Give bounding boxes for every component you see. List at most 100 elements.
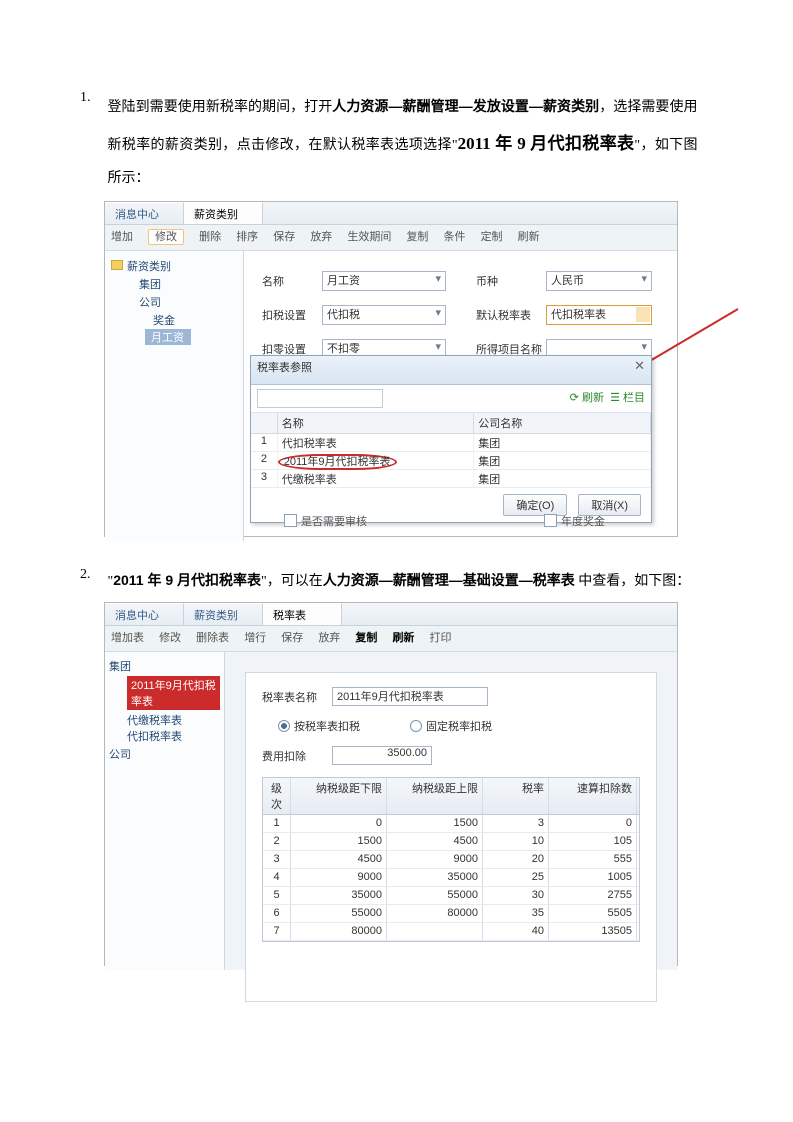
close-icon[interactable]: ✕ bbox=[634, 358, 645, 374]
tab-salary-type[interactable]: 薪资类别 bbox=[184, 603, 263, 625]
lbl-default-tax-table: 默认税率表 bbox=[476, 307, 546, 323]
tree-root[interactable]: 集团 bbox=[109, 658, 220, 674]
popup-columns[interactable]: ☰ 栏目 bbox=[610, 392, 645, 404]
list-item-2: 2. "2011 年 9 月代扣税率表"，可以在人力资源—薪酬管理—基础设置—税… bbox=[80, 567, 713, 966]
tab-message-center[interactable]: 消息中心 bbox=[105, 202, 184, 224]
tb-custom[interactable]: 定制 bbox=[481, 231, 503, 243]
tb-print[interactable]: 打印 bbox=[430, 632, 452, 644]
cell: 555 bbox=[549, 851, 637, 868]
popup-row[interactable]: 1 代扣税率表 集团 bbox=[251, 434, 651, 452]
tb-refresh[interactable]: 刷新 bbox=[392, 632, 414, 644]
radio-fixed-rate[interactable]: 固定税率扣税 bbox=[410, 718, 492, 734]
main-panel: 税率表名称 2011年9月代扣税率表 按税率表扣税 固定税率扣税 费用扣除 35… bbox=[225, 652, 677, 970]
tree-company[interactable]: 公司 bbox=[109, 746, 220, 762]
cell: 代扣税率表 bbox=[278, 434, 474, 451]
cell: 55000 bbox=[291, 905, 387, 922]
lbl-deduction: 费用扣除 bbox=[262, 748, 332, 764]
chk-need-audit[interactable]: 是否需要审核 bbox=[284, 513, 367, 529]
tree-selected[interactable]: 月工资 bbox=[145, 329, 191, 345]
list-item-1: 1. 登陆到需要使用新税率的期间，打开人力资源—薪酬管理—发放设置—薪资类别，选… bbox=[80, 90, 713, 537]
tree-group[interactable]: 集团 bbox=[109, 275, 239, 293]
tb-copy[interactable]: 复制 bbox=[406, 231, 428, 243]
popup-row-highlight[interactable]: 2 2011年9月代扣税率表 集团 bbox=[251, 452, 651, 470]
tb-cancel[interactable]: 放弃 bbox=[310, 231, 332, 243]
tb-sort[interactable]: 排序 bbox=[236, 231, 258, 243]
item-number: 1. bbox=[80, 90, 104, 106]
cell: 集团 bbox=[474, 470, 651, 487]
cell: 6 bbox=[263, 905, 291, 922]
tree-bonus[interactable]: 奖金 bbox=[109, 311, 239, 329]
chk-annual-bonus[interactable]: 年度奖金 bbox=[544, 513, 605, 529]
tree-selected[interactable]: 2011年9月代扣税率表 bbox=[127, 676, 220, 710]
tb-copy[interactable]: 复制 bbox=[355, 632, 377, 644]
popup-row[interactable]: 3 代缴税率表 集团 bbox=[251, 470, 651, 488]
grid-row[interactable]: 4900035000251005 bbox=[263, 869, 639, 887]
grid-row[interactable]: 53500055000302755 bbox=[263, 887, 639, 905]
select-default-tax-table[interactable]: 代扣税率表 bbox=[546, 305, 652, 325]
form-panel: 名称 月工资 币种 人民币 扣税设置 代扣税 默认税率表 代扣税率表 扣零设置 … bbox=[244, 251, 677, 541]
tree-company[interactable]: 公司 bbox=[109, 293, 239, 311]
tab-strip: 消息中心 薪资类别 税率表 bbox=[105, 603, 677, 626]
tb-period[interactable]: 生效期间 bbox=[347, 231, 391, 243]
input-name[interactable]: 月工资 bbox=[322, 271, 446, 291]
cell bbox=[387, 923, 483, 940]
cell: 4 bbox=[263, 869, 291, 886]
tb-save[interactable]: 保存 bbox=[273, 231, 295, 243]
cell: 代缴税率表 bbox=[278, 470, 474, 487]
grid-row[interactable]: 10150030 bbox=[263, 815, 639, 833]
grid-row[interactable]: 7800004013505 bbox=[263, 923, 639, 941]
grid-header: 级次 纳税级距下限 纳税级距上限 税率 速算扣除数 bbox=[263, 778, 639, 815]
grid-row[interactable]: 34500900020555 bbox=[263, 851, 639, 869]
tb-edit[interactable]: 修改 bbox=[159, 632, 181, 644]
t: 中查看，如下图： bbox=[575, 574, 691, 589]
grid-row[interactable]: 65500080000355505 bbox=[263, 905, 639, 923]
cell: 55000 bbox=[387, 887, 483, 904]
tb-add-table[interactable]: 增加表 bbox=[111, 632, 144, 644]
tree-root[interactable]: 薪资类别 bbox=[109, 257, 239, 275]
cell: 2011年9月代扣税率表 bbox=[278, 452, 474, 469]
tab-tax-table[interactable]: 税率表 bbox=[263, 603, 342, 625]
tree-node[interactable]: 代缴税率表 bbox=[109, 712, 220, 728]
cell: 1005 bbox=[549, 869, 637, 886]
cell: 3 bbox=[483, 815, 549, 832]
tb-save[interactable]: 保存 bbox=[281, 632, 303, 644]
screenshot-2: 消息中心 薪资类别 税率表 增加表 修改 删除表 增行 保存 放弃 复制 刷新 … bbox=[104, 602, 678, 966]
tb-delete[interactable]: 删除 bbox=[199, 231, 221, 243]
tb-refresh[interactable]: 刷新 bbox=[518, 231, 540, 243]
input-currency[interactable]: 人民币 bbox=[546, 271, 652, 291]
cell: 1 bbox=[263, 815, 291, 832]
lbl-name: 名称 bbox=[262, 273, 322, 289]
tree-node[interactable]: 代扣税率表 bbox=[109, 728, 220, 744]
cell: 35000 bbox=[387, 869, 483, 886]
item-number: 2. bbox=[80, 567, 104, 583]
th-idx bbox=[251, 413, 278, 433]
tax-table-popup: 税率表参照 ✕ ⟳ 刷新 ☰ 栏目 名称 公司名称 bbox=[250, 355, 652, 523]
tree-panel: 集团 2011年9月代扣税率表 代缴税率表 代扣税率表 公司 bbox=[105, 652, 225, 970]
cell: 25 bbox=[483, 869, 549, 886]
grid-row[interactable]: 21500450010105 bbox=[263, 833, 639, 851]
cell: 9000 bbox=[291, 869, 387, 886]
cell: 35 bbox=[483, 905, 549, 922]
tab-message-center[interactable]: 消息中心 bbox=[105, 603, 184, 625]
popup-refresh[interactable]: ⟳ 刷新 bbox=[570, 392, 604, 404]
tb-add[interactable]: 增加 bbox=[111, 231, 133, 243]
tab-salary-type[interactable]: 薪资类别 bbox=[184, 202, 263, 224]
bold-path: 人力资源—薪酬管理—发放设置—薪资类别 bbox=[332, 98, 599, 114]
cell: 1500 bbox=[291, 833, 387, 850]
tb-cancel[interactable]: 放弃 bbox=[318, 632, 340, 644]
tb-add-row[interactable]: 增行 bbox=[244, 632, 266, 644]
input-table-name[interactable]: 2011年9月代扣税率表 bbox=[332, 687, 488, 706]
tb-edit[interactable]: 修改 bbox=[148, 229, 184, 245]
col-lower: 纳税级距下限 bbox=[291, 778, 387, 814]
tb-del-table[interactable]: 删除表 bbox=[196, 632, 229, 644]
radio-by-table[interactable]: 按税率表扣税 bbox=[278, 718, 360, 734]
toolbar: 增加 修改 删除 排序 保存 放弃 生效期间 复制 条件 定制 刷新 bbox=[105, 225, 677, 251]
th-name: 名称 bbox=[278, 413, 474, 433]
popup-search-input[interactable] bbox=[257, 389, 383, 408]
input-deduction[interactable]: 3500.00 bbox=[332, 746, 432, 765]
cell: 4500 bbox=[387, 833, 483, 850]
tb-cond[interactable]: 条件 bbox=[444, 231, 466, 243]
cell: 80000 bbox=[291, 923, 387, 940]
cell: 10 bbox=[483, 833, 549, 850]
select-tax-setting[interactable]: 代扣税 bbox=[322, 305, 446, 325]
